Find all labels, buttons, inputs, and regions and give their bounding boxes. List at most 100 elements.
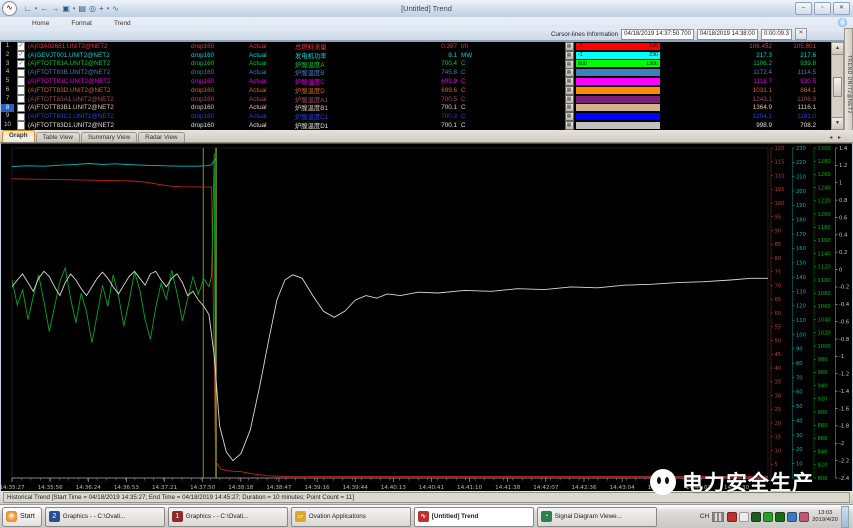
pen-visible-checkbox[interactable]: ✓ <box>17 51 26 60</box>
task-button-signal-diagram[interactable]: ◔Signal Diagram Viewe... <box>537 507 657 527</box>
pen-properties-icon[interactable]: ▦ <box>565 51 574 60</box>
keyboard-icon[interactable] <box>712 512 724 522</box>
signal-table: 1✓(A)03A02681.UNIT2@NET2drop160Actual总燃料… <box>1 42 852 130</box>
title-bar: ∿ ∟▾←→▣▾▤◎+▾∿ [Untitled] Trend – ▫ ✕ <box>0 0 853 18</box>
table-row[interactable]: 3✓(A)FTOTT83A.UNIT2@NET2drop160Actual炉膛温… <box>1 60 852 69</box>
table-scrollbar[interactable]: ▲ ▼ <box>831 42 844 130</box>
y-tick-label: -2.2 <box>839 458 849 464</box>
pen-visible-checkbox[interactable]: ✓ <box>17 42 26 51</box>
scale-bar[interactable] <box>576 69 660 76</box>
start-button[interactable]: ❖ Start <box>2 507 42 527</box>
y-tick-label: 0 <box>839 267 842 273</box>
table-row[interactable]: 6(A)FTOTT83D.UNIT2@NET2drop160Actual炉膛温度… <box>1 86 852 95</box>
signal-description: 炉膛温度B1 <box>295 103 387 112</box>
y-tick-label: 1200 <box>818 212 831 218</box>
tab-radar-view[interactable]: Radar View <box>138 132 184 142</box>
binoculars-icon[interactable] <box>775 512 785 522</box>
y-tick-label: 60 <box>775 311 782 317</box>
units: C <box>457 104 487 111</box>
scale-bar[interactable] <box>576 87 660 94</box>
tab-scroll-arrows[interactable]: ◂ ▸ <box>829 134 843 141</box>
plot-area[interactable] <box>12 148 768 478</box>
pen-properties-icon[interactable]: ▦ <box>565 68 574 77</box>
scale-bar[interactable] <box>576 96 660 103</box>
row-number: 10 <box>1 121 14 130</box>
maximize-button[interactable]: ▫ <box>814 2 831 15</box>
table-row[interactable]: 1✓(A)03A02681.UNIT2@NET2drop160Actual总燃料… <box>1 42 852 51</box>
scale-bar[interactable]: 8001300 <box>576 60 660 67</box>
trend-graph-panel[interactable]: 14:35:2714:35:5614:36:2414:36:5314:37:21… <box>1 143 852 492</box>
y-tick-label: 15 <box>775 435 782 441</box>
pen-visible-checkbox[interactable]: ✓ <box>17 60 26 69</box>
table-row[interactable]: 2✓(A)GEVJT001.UNIT2@NET2drop160Actual发电机… <box>1 51 852 60</box>
y-tick-label: 60 <box>796 390 803 396</box>
pen-properties-icon[interactable]: ▦ <box>565 103 574 112</box>
close-button[interactable]: ✕ <box>833 2 850 15</box>
pen-visible-checkbox[interactable] <box>17 113 26 122</box>
table-row[interactable]: 7(A)FTOTT83A1.UNIT2@NET2drop160Actual炉膛温… <box>1 95 852 104</box>
table-row[interactable]: 4(A)FTOTT83B.UNIT2@NET2drop160Actual炉膛温度… <box>1 68 852 77</box>
scroll-down-button[interactable]: ▼ <box>832 117 843 129</box>
task-button-graphics-2[interactable]: 2Graphics - - C:\Ovati... <box>45 507 165 527</box>
table-row[interactable]: 8(A)FTOTT83B1.UNIT2@NET2drop160Actual炉膛温… <box>1 104 852 113</box>
task-button-trend[interactable]: ∿[Untitled] Trend <box>414 507 534 527</box>
tab-home[interactable]: Home <box>28 20 53 28</box>
scale-bar[interactable]: -1120 <box>576 43 660 50</box>
mode-actual: Actual <box>249 60 295 67</box>
cursor-info-close-button[interactable]: ✕ <box>795 28 807 40</box>
table-row[interactable]: 9(A)FTOTT83C1.UNIT2@NET2drop160Actual炉膛温… <box>1 112 852 121</box>
help-icon[interactable]: ? <box>838 18 847 27</box>
cursor1-time-field[interactable]: 04/18/2019 14:37:50.700 <box>621 29 694 40</box>
tab-trend[interactable]: Trend <box>110 20 135 28</box>
clock[interactable]: 13:032019/4/20 <box>812 510 838 523</box>
show-desktop-button[interactable] <box>841 506 849 528</box>
minimize-button[interactable]: – <box>795 2 812 15</box>
task-button-graphics-1[interactable]: 1Graphics - - C:\Ovati... <box>168 507 288 527</box>
tab-format[interactable]: Format <box>67 20 96 28</box>
pen-properties-icon[interactable]: ▦ <box>565 86 574 95</box>
signal-description: 炉膛温度C <box>295 77 387 86</box>
task-button-folder[interactable]: ▱Ovation Applications <box>291 507 411 527</box>
scroll-up-button[interactable]: ▲ <box>832 43 843 55</box>
flag-icon[interactable] <box>739 512 749 522</box>
cursor2-time-field[interactable]: 04/18/2019 14:38:00 <box>697 29 758 40</box>
pen-visible-checkbox[interactable] <box>17 69 26 78</box>
scale-max: 230 <box>649 52 658 58</box>
shield-icon[interactable] <box>751 512 761 522</box>
units: C <box>457 60 487 67</box>
pen-properties-icon[interactable]: ▦ <box>565 95 574 104</box>
pen-visible-checkbox[interactable] <box>17 77 26 86</box>
table-row[interactable]: 10(A)FTOTT83D1.UNIT2@NET2drop160Actual炉膛… <box>1 121 852 130</box>
cursor-delta-field[interactable]: 0:00:09.3 <box>761 29 792 40</box>
scale-bar[interactable]: -1 230 <box>576 52 660 59</box>
pen-visible-checkbox[interactable] <box>17 95 26 104</box>
pen-visible-checkbox[interactable] <box>17 121 26 130</box>
pen-properties-icon[interactable]: ▦ <box>565 60 574 69</box>
tab-summary-view[interactable]: Summary View <box>81 132 137 142</box>
table-row[interactable]: 5(A)FTOTT83C.UNIT2@NET2drop160Actual炉膛温度… <box>1 77 852 86</box>
alarm-icon[interactable] <box>727 512 737 522</box>
collapsed-panel-tab[interactable]: TREND UNIT2@NET2 <box>844 28 853 140</box>
signal-description: 炉膛温度D1 <box>295 121 387 130</box>
scale-min: -1 <box>578 52 583 58</box>
network-globe-icon[interactable] <box>787 512 797 522</box>
tab-table-view[interactable]: Table View <box>36 132 80 142</box>
scale-bar[interactable] <box>576 122 660 129</box>
pen-properties-icon[interactable]: ▦ <box>565 112 574 121</box>
pen-visible-checkbox[interactable] <box>17 104 26 113</box>
tab-graph[interactable]: Graph <box>2 130 35 142</box>
y-tick-label: 1160 <box>818 238 831 244</box>
mode-actual: Actual <box>249 69 295 76</box>
pen-properties-icon[interactable]: ▦ <box>565 121 574 130</box>
pen-properties-icon[interactable]: ▦ <box>565 77 574 86</box>
status-green-icon[interactable] <box>763 512 773 522</box>
scroll-thumb[interactable] <box>833 77 842 97</box>
scale-bar[interactable] <box>576 104 660 111</box>
y-tick-label: 1.2 <box>839 163 847 169</box>
language-indicator[interactable]: CH <box>700 513 709 520</box>
pen-visible-checkbox[interactable] <box>17 86 26 95</box>
pen-properties-icon[interactable]: ▦ <box>565 42 574 51</box>
scale-bar[interactable] <box>576 113 660 120</box>
scale-bar[interactable] <box>576 78 660 85</box>
media-icon[interactable] <box>799 512 809 522</box>
